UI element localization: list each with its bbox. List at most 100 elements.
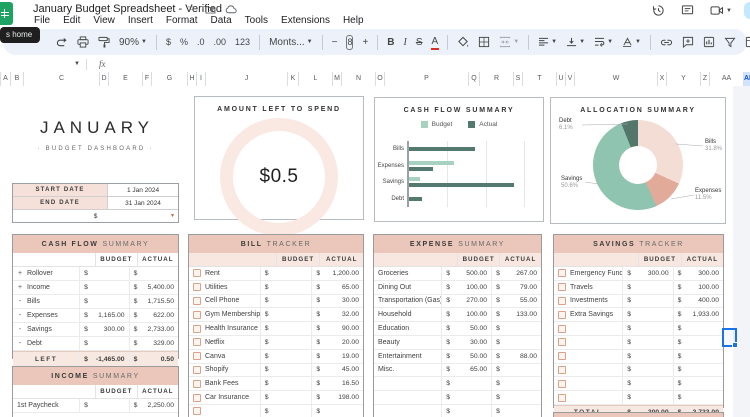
table-row[interactable]: 1st Paycheck$$2,250.00 xyxy=(13,399,178,413)
row-budget-cell[interactable]: $100.00 xyxy=(442,308,492,321)
row-checkbox[interactable] xyxy=(193,394,201,402)
row-budget-cell[interactable]: $ xyxy=(623,377,673,390)
insert-chart-icon[interactable] xyxy=(703,36,715,48)
table-row[interactable]: Extra Savings$$1,933.00 xyxy=(554,308,723,322)
row-checkbox[interactable] xyxy=(193,366,201,374)
column-header-q[interactable]: Q xyxy=(469,72,480,86)
start-date-value[interactable]: 1 Jan 2024 xyxy=(108,184,178,196)
table-row[interactable]: Bank Fees$$16.50 xyxy=(189,377,363,391)
column-header-p[interactable]: P xyxy=(385,72,469,86)
column-header-b[interactable]: B xyxy=(11,72,24,86)
menu-tools[interactable]: Tools xyxy=(245,15,268,26)
table-row[interactable]: $$ xyxy=(189,405,363,417)
table-row[interactable]: Rent$$1,200.00 xyxy=(189,267,363,281)
table-views-button[interactable]: ▼ xyxy=(745,36,750,48)
table-row[interactable]: Education$50.00$ xyxy=(374,322,541,336)
row-checkbox[interactable] xyxy=(558,311,566,319)
row-actual-cell[interactable]: $ xyxy=(674,350,723,363)
row-actual-cell[interactable]: $2,733.00 xyxy=(130,323,178,336)
comments-icon[interactable] xyxy=(681,4,694,17)
currency-format-button[interactable]: $ xyxy=(166,37,171,47)
table-row[interactable]: Travels$$100.00 xyxy=(554,281,723,295)
row-budget-cell[interactable]: $ xyxy=(442,377,492,390)
cloud-status-icon[interactable] xyxy=(225,5,237,14)
menu-extensions[interactable]: Extensions xyxy=(281,15,330,26)
table-row[interactable]: Transportation (Gas)$270.00$55.00 xyxy=(374,295,541,309)
row-budget-cell[interactable]: $65.00 xyxy=(442,364,492,377)
row-checkbox[interactable] xyxy=(558,338,566,346)
star-icon[interactable]: ☆ xyxy=(187,4,196,14)
row-actual-cell[interactable]: $133.00 xyxy=(492,308,541,321)
italic-button[interactable]: I xyxy=(404,37,407,48)
column-header-h[interactable]: H xyxy=(188,72,197,86)
row-budget-cell[interactable]: $50.00 xyxy=(442,350,492,363)
table-row[interactable]: $$ xyxy=(374,377,541,391)
column-header-w[interactable]: W xyxy=(575,72,658,86)
name-box[interactable]: ▼ xyxy=(0,61,86,67)
decrease-decimal-button[interactable]: .0 xyxy=(197,37,205,47)
table-row[interactable]: Misc.$65.00$ xyxy=(374,364,541,378)
row-budget-cell[interactable]: $50.00 xyxy=(442,322,492,335)
currency-selector[interactable]: $ ▼ xyxy=(13,210,178,222)
row-actual-cell[interactable]: $1,933.00 xyxy=(674,308,723,321)
column-header-i[interactable]: I xyxy=(197,72,206,86)
row-budget-cell[interactable]: $100.00 xyxy=(442,281,492,294)
row-actual-cell[interactable]: $5,400.00 xyxy=(130,281,178,294)
row-actual-cell[interactable]: $32.00 xyxy=(312,308,363,321)
dropdown-arrow-icon[interactable]: ▼ xyxy=(170,213,175,219)
row-budget-cell[interactable]: $ xyxy=(261,308,313,321)
bold-button[interactable]: B xyxy=(387,37,394,48)
row-budget-cell[interactable]: $300.00 xyxy=(623,267,673,280)
column-header-j[interactable]: J xyxy=(206,72,288,86)
row-budget-cell[interactable]: $ xyxy=(442,405,492,417)
end-date-value[interactable]: 31 Jan 2024 xyxy=(108,197,178,209)
row-actual-cell[interactable]: $198.00 xyxy=(312,391,363,404)
print-icon[interactable] xyxy=(77,36,89,48)
row-actual-cell[interactable]: $ xyxy=(492,405,541,417)
column-header-m[interactable]: M xyxy=(333,72,342,86)
row-actual-cell[interactable]: $ xyxy=(312,405,363,417)
column-header-t[interactable]: T xyxy=(523,72,557,86)
row-budget-cell[interactable]: $ xyxy=(80,295,129,308)
table-row[interactable]: $$ xyxy=(374,391,541,405)
strikethrough-button[interactable]: S xyxy=(416,37,423,48)
menu-data[interactable]: Data xyxy=(211,15,232,26)
row-actual-cell[interactable]: $ xyxy=(674,364,723,377)
table-row[interactable]: $$ xyxy=(554,364,723,378)
allocation-card[interactable]: ALLOCATION SUMMARY Debt6.1% Bills31.8% S… xyxy=(550,97,726,224)
row-actual-cell[interactable]: $267.00 xyxy=(492,267,541,280)
menu-help[interactable]: Help xyxy=(343,15,364,26)
row-actual-cell[interactable]: $88.00 xyxy=(492,350,541,363)
table-row[interactable]: Netflix$$20.00 xyxy=(189,336,363,350)
row-budget-cell[interactable]: $ xyxy=(261,391,313,404)
row-actual-cell[interactable]: $400.00 xyxy=(674,295,723,308)
row-actual-cell[interactable]: $300.00 xyxy=(674,267,723,280)
column-header-u[interactable]: U xyxy=(557,72,566,86)
row-checkbox[interactable] xyxy=(193,311,201,319)
row-checkbox[interactable] xyxy=(193,380,201,388)
row-budget-cell[interactable]: $ xyxy=(261,405,313,417)
table-row[interactable]: $$ xyxy=(554,377,723,391)
row-budget-cell[interactable]: $1,165.00 xyxy=(80,309,129,322)
row-budget-cell[interactable]: $ xyxy=(623,281,673,294)
menu-edit[interactable]: Edit xyxy=(63,15,80,26)
row-budget-cell[interactable]: $30.00 xyxy=(442,336,492,349)
row-checkbox[interactable] xyxy=(558,394,566,402)
column-header-s[interactable]: S xyxy=(514,72,523,86)
row-actual-cell[interactable]: $19.00 xyxy=(312,350,363,363)
horizontal-align-button[interactable]: ▼ xyxy=(538,37,557,47)
row-checkbox[interactable] xyxy=(193,407,201,415)
row-actual-cell[interactable]: $16.50 xyxy=(312,377,363,390)
row-budget-cell[interactable]: $ xyxy=(623,322,673,335)
table-row[interactable]: Canva$$19.00 xyxy=(189,350,363,364)
zoom-control[interactable]: 90%▼ xyxy=(119,37,147,48)
fill-color-icon[interactable] xyxy=(457,36,469,48)
row-budget-cell[interactable]: $ xyxy=(623,295,673,308)
column-header-x[interactable]: X xyxy=(658,72,667,86)
row-actual-cell[interactable]: $45.00 xyxy=(312,364,363,377)
row-actual-cell[interactable]: $329.00 xyxy=(130,337,178,350)
row-budget-cell[interactable]: $ xyxy=(261,377,313,390)
table-row[interactable]: -Savings$300.00$2,733.00 xyxy=(13,323,178,337)
row-checkbox[interactable] xyxy=(558,269,566,277)
row-budget-cell[interactable]: $ xyxy=(623,308,673,321)
